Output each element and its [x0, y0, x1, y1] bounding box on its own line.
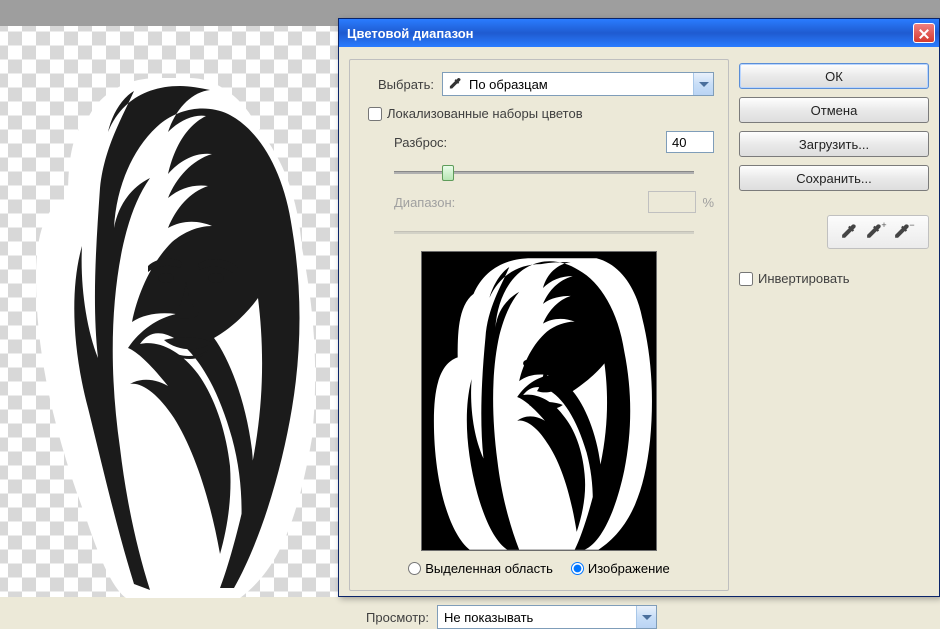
radio-image[interactable]: Изображение — [571, 561, 670, 576]
dialog-title: Цветовой диапазон — [347, 26, 913, 41]
range-slider — [394, 223, 694, 243]
radio-selection[interactable]: Выделенная область — [408, 561, 553, 576]
preview-value: Не показывать — [444, 610, 533, 625]
eyedropper-icon[interactable] — [836, 220, 864, 244]
load-button[interactable]: Загрузить... — [739, 131, 929, 157]
titlebar[interactable]: Цветовой диапазон — [339, 19, 939, 47]
fuzziness-label: Разброс: — [394, 135, 478, 150]
preview-label: Просмотр: — [349, 610, 429, 625]
radio-image-input[interactable] — [571, 562, 584, 575]
localized-checkbox[interactable] — [368, 107, 382, 121]
fuzziness-slider[interactable] — [394, 163, 694, 183]
cancel-button[interactable]: Отмена — [739, 97, 929, 123]
ok-button[interactable]: ОК — [739, 63, 929, 89]
range-unit: % — [702, 195, 714, 210]
select-label: Выбрать: — [364, 77, 434, 92]
fuzziness-input[interactable] — [666, 131, 714, 153]
invert-checkbox[interactable] — [739, 272, 753, 286]
slider-thumb[interactable] — [442, 165, 454, 181]
eyedropper-plus-icon[interactable]: + — [864, 220, 892, 244]
eyedropper-toolbar: + − — [827, 215, 929, 249]
preview-image[interactable] — [421, 251, 657, 551]
canvas-portrait — [30, 78, 318, 598]
eyedropper-minus-icon[interactable]: − — [892, 220, 920, 244]
invert-label[interactable]: Инвертировать — [758, 271, 850, 286]
chevron-down-icon[interactable] — [636, 606, 656, 628]
range-label: Диапазон: — [394, 195, 478, 210]
select-value: По образцам — [469, 77, 548, 92]
main-groupbox: Выбрать: По образцам Локализованные набо… — [349, 59, 729, 591]
preview-dropdown[interactable]: Не показывать — [437, 605, 657, 629]
localized-label[interactable]: Локализованные наборы цветов — [387, 106, 583, 121]
eyedropper-icon — [449, 77, 463, 91]
save-button[interactable]: Сохранить... — [739, 165, 929, 191]
chevron-down-icon[interactable] — [693, 73, 713, 95]
close-icon[interactable] — [913, 23, 935, 43]
range-input — [648, 191, 696, 213]
radio-selection-input[interactable] — [408, 562, 421, 575]
color-range-dialog: Цветовой диапазон Выбрать: По образцам — [338, 18, 940, 597]
select-dropdown[interactable]: По образцам — [442, 72, 714, 96]
